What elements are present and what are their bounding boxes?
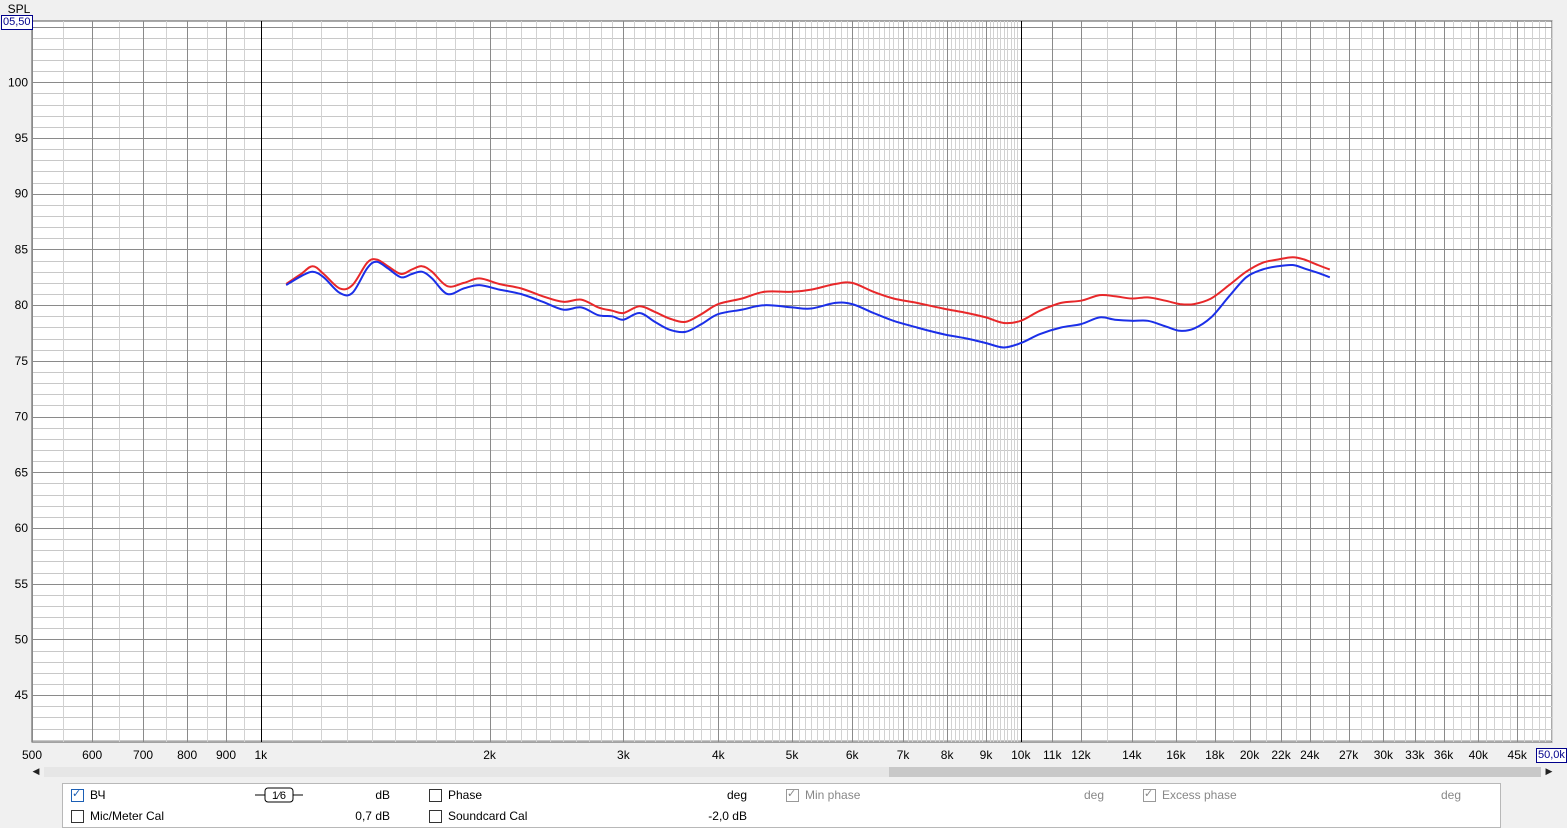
- x-tick-label: 14k: [1122, 748, 1142, 762]
- y-tick-label: 45: [15, 688, 29, 702]
- y-axis-title: SPL: [8, 2, 31, 16]
- scroll-right-icon[interactable]: ▶: [1543, 764, 1555, 779]
- min-phase-deg-label: deg: [1083, 788, 1104, 802]
- y-tick-label: 75: [15, 354, 29, 368]
- x-axis-tick-labels: 500 600 700 800 900 1k 2k 3k 4k 5k 6k 7k 8k 9k 10k 11k 1…: [22, 748, 1528, 762]
- phase-deg-label: deg: [726, 788, 747, 802]
- x-tick-label: 4k: [712, 748, 726, 762]
- x-tick-label: 27k: [1339, 748, 1359, 762]
- min-phase-label: Min phase: [805, 788, 861, 802]
- trace-visible-checkbox[interactable]: [71, 787, 84, 802]
- y-axis-tick-labels: 45 50 55 60 65 70 75 80 85 90 95 100: [8, 75, 28, 702]
- min-phase-checkbox[interactable]: [786, 787, 799, 802]
- smoothing-value: 1⁄6: [272, 790, 286, 802]
- trace-db-label: dB: [375, 788, 390, 802]
- soundcard-cal-value: -2,0 dB: [708, 809, 747, 823]
- x-tick-label: 7k: [897, 748, 911, 762]
- x-tick-label: 3k: [617, 748, 631, 762]
- x-tick-label: 700: [133, 748, 153, 762]
- x-tick-label: 16k: [1166, 748, 1186, 762]
- x-tick-label: 11k: [1043, 748, 1062, 762]
- trace-control-panel: ВЧ 1⁄6 dB Phase deg Min phase deg Excess…: [62, 783, 1501, 828]
- x-tick-label: 40k: [1469, 748, 1489, 762]
- trace-row: ВЧ 1⁄6 dB Phase deg Min phase deg Excess…: [63, 785, 1500, 805]
- y-tick-label: 85: [15, 242, 29, 256]
- x-tick-label: 45k: [1508, 748, 1528, 762]
- x-tick-label: 2k: [483, 748, 497, 762]
- y-tick-label: 55: [15, 577, 29, 591]
- x-tick-label: 6k: [846, 748, 860, 762]
- y-tick-label: 90: [15, 187, 29, 201]
- y-tick-label: 65: [15, 465, 29, 479]
- phase-label: Phase: [448, 788, 483, 802]
- x-tick-label: 10k: [1011, 748, 1031, 762]
- x-tick-label: 8k: [941, 748, 955, 762]
- y-tick-label: 50: [15, 632, 29, 646]
- x-tick-label: 900: [216, 748, 236, 762]
- soundcard-cal-checkbox[interactable]: [429, 810, 442, 823]
- x-tick-label: 5k: [786, 748, 800, 762]
- mic-cal-value: 0,7 dB: [355, 809, 390, 823]
- x-tick-label: 1k: [254, 748, 268, 762]
- mic-cal-label: Mic/Meter Cal: [90, 809, 165, 823]
- x-tick-label: 22k: [1271, 748, 1291, 762]
- x-tick-label: 9k: [980, 748, 994, 762]
- y-tick-label: 70: [15, 410, 29, 424]
- x-tick-label: 500: [22, 748, 42, 762]
- y-tick-label: 80: [15, 298, 29, 312]
- excess-phase-checkbox[interactable]: [1143, 787, 1156, 802]
- y-tick-label: 95: [15, 131, 29, 145]
- soundcard-cal-label: Soundcard Cal: [448, 809, 528, 823]
- scroll-thumb[interactable]: [889, 767, 1541, 777]
- horizontal-scrollbar[interactable]: ◀ ▶: [30, 764, 1555, 779]
- trace-name: ВЧ: [90, 788, 106, 802]
- x-tick-label: 30k: [1374, 748, 1394, 762]
- x-tick-label: 18k: [1205, 748, 1225, 762]
- excess-phase-deg-label: deg: [1440, 788, 1461, 802]
- x-tick-label: 36k: [1434, 748, 1454, 762]
- x-tick-label: 800: [177, 748, 197, 762]
- x-tick-label: 24k: [1300, 748, 1320, 762]
- smoothing-selector[interactable]: 1⁄6: [255, 787, 303, 803]
- calibration-row: Mic/Meter Cal 0,7 dB Soundcard Cal -2,0 …: [63, 806, 1500, 826]
- y-tick-label: 100: [8, 75, 28, 89]
- phase-checkbox[interactable]: [429, 789, 442, 802]
- x-tick-label: 33k: [1405, 748, 1425, 762]
- x-tick-label: 12k: [1071, 748, 1091, 762]
- mic-cal-checkbox[interactable]: [71, 810, 84, 823]
- x-tick-label: 20k: [1240, 748, 1260, 762]
- scroll-track[interactable]: [44, 767, 1541, 777]
- scroll-left-icon[interactable]: ◀: [30, 764, 42, 779]
- y-tick-label: 60: [15, 521, 29, 535]
- x-max-readout[interactable]: 50,0k: [1536, 748, 1567, 763]
- y-max-readout[interactable]: 05,50: [1, 15, 33, 30]
- frequency-response-plot[interactable]: 45 50 55 60 65 70 75 80 85 90 95 100 500 600 700 800 90…: [0, 0, 1567, 762]
- excess-phase-label: Excess phase: [1162, 788, 1237, 802]
- x-tick-label: 600: [82, 748, 102, 762]
